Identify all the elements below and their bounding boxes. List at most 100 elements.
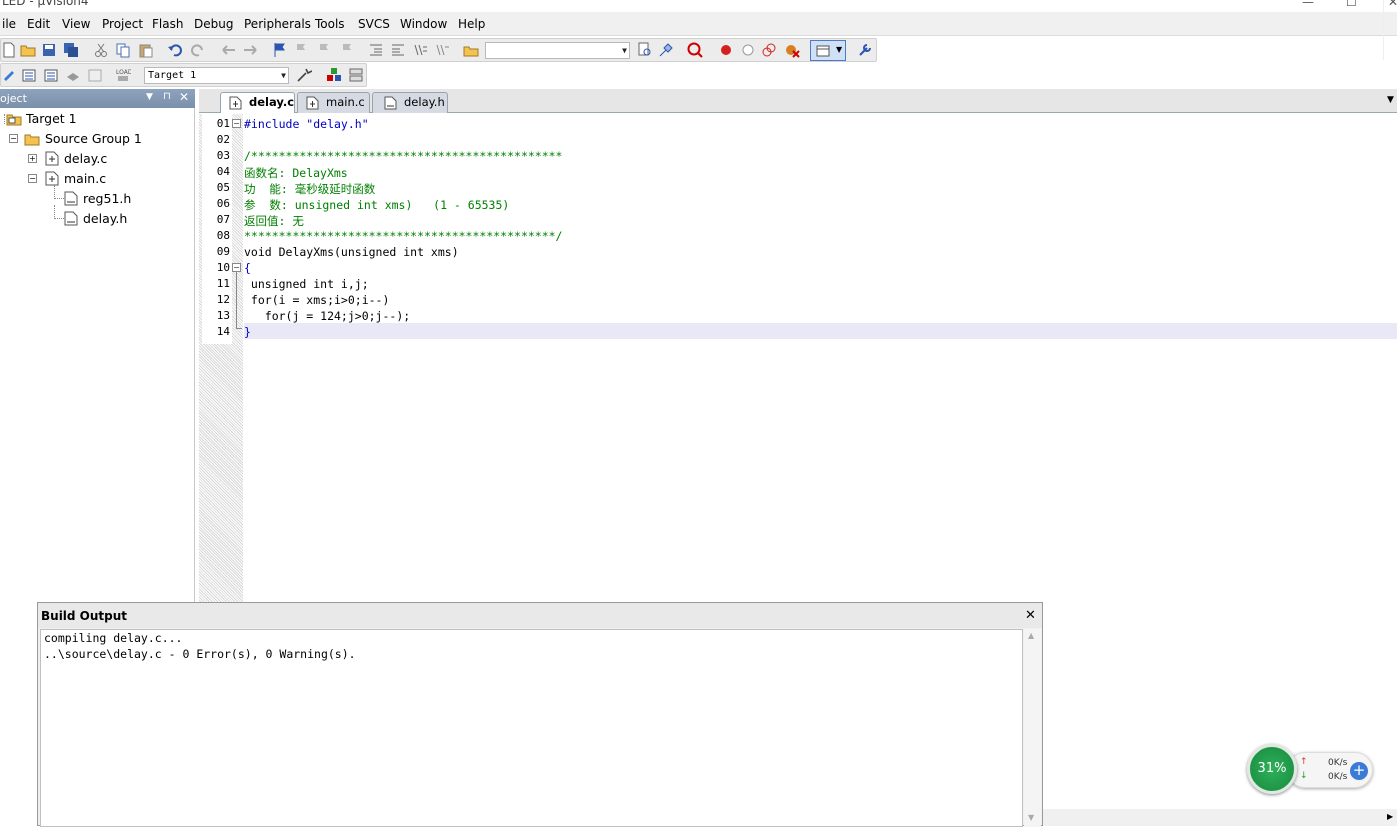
scroll-right-icon[interactable]: ▶ <box>1387 812 1393 821</box>
menu-tools[interactable]: Tools <box>315 17 345 31</box>
unindent-icon[interactable] <box>390 42 406 58</box>
minimize-icon[interactable]: — <box>1302 0 1314 9</box>
tree-item-label: Source Group 1 <box>45 131 142 146</box>
comment-icon[interactable] <box>412 42 428 58</box>
menu-window[interactable]: Window <box>400 17 447 31</box>
find-in-files-icon[interactable] <box>463 42 479 58</box>
undo-icon[interactable] <box>167 42 183 58</box>
paste-icon[interactable] <box>138 42 154 58</box>
disable-all-breakpoints-icon[interactable] <box>761 42 777 58</box>
scroll-down-icon[interactable]: ▼ <box>1028 813 1034 822</box>
build-output-text[interactable]: compiling delay.c... ..\source\delay.c -… <box>40 629 1023 827</box>
indent-icon[interactable] <box>368 42 384 58</box>
translate-icon[interactable] <box>1 67 17 83</box>
code-line: #include "delay.h" <box>244 117 369 131</box>
find-combobox[interactable]: ▼ <box>485 42 630 59</box>
line-number: 12 <box>216 293 230 306</box>
uncomment-icon[interactable] <box>434 42 450 58</box>
find-icon[interactable] <box>637 42 653 58</box>
new-file-icon[interactable] <box>1 42 17 58</box>
configure-icon[interactable] <box>857 42 873 58</box>
c-file-icon <box>306 96 319 110</box>
menu-project[interactable]: Project <box>102 17 143 31</box>
redo-icon[interactable] <box>190 42 206 58</box>
target-options-icon[interactable] <box>296 67 312 83</box>
open-folder-icon[interactable] <box>20 42 36 58</box>
chevron-down-icon: ▼ <box>836 45 843 54</box>
tab-main-c[interactable]: main.c <box>297 92 370 113</box>
manage-components-icon[interactable] <box>326 67 342 83</box>
copy-icon[interactable] <box>115 42 131 58</box>
tree-item-label: main.c <box>64 171 107 186</box>
target-select-value: Target 1 <box>148 70 197 81</box>
menu-svcs[interactable]: SVCS <box>358 17 390 31</box>
download-icon[interactable]: LOAD <box>115 67 131 83</box>
close-panel-icon[interactable]: ✕ <box>179 90 189 104</box>
code-editor[interactable]: 01 02 03 04 05 06 07 08 09 10 11 12 13 1… <box>199 114 1397 602</box>
code-line: for(j = 124;j>0;j--); <box>244 309 411 323</box>
code-line: { <box>244 261 251 275</box>
line-number: 01 <box>216 117 230 130</box>
menu-view[interactable]: View <box>62 17 90 31</box>
window-layout-button[interactable]: ▼ <box>810 40 846 61</box>
h-file-icon <box>64 211 78 226</box>
layout-icon <box>816 45 830 57</box>
debug-session-icon[interactable] <box>687 42 703 58</box>
build-output-line: compiling delay.c... <box>44 631 183 645</box>
rebuild-icon[interactable] <box>43 67 59 83</box>
tab-delay-c[interactable]: delay.c <box>220 92 295 113</box>
kill-all-breakpoints-icon[interactable] <box>784 42 800 58</box>
code-line: 函数名: DelayXms <box>244 166 348 180</box>
save-icon[interactable] <box>41 42 57 58</box>
build-icon[interactable] <box>21 67 37 83</box>
panel-menu-icon[interactable]: ▼ <box>146 92 153 102</box>
line-number: 05 <box>216 181 230 194</box>
disable-breakpoint-icon[interactable] <box>740 42 756 58</box>
target-select[interactable]: Target 1 ▼ <box>144 67 289 84</box>
insert-breakpoint-icon[interactable] <box>718 42 734 58</box>
build-output-scrollbar[interactable]: ▲ ▼ <box>1024 629 1041 827</box>
code-line: ****************************************… <box>244 229 563 243</box>
collapse-toggle-icon[interactable]: − <box>9 134 18 143</box>
expand-toggle-icon[interactable]: + <box>28 154 37 163</box>
cut-icon[interactable] <box>93 42 109 58</box>
next-bookmark-icon[interactable] <box>316 42 332 58</box>
add-icon[interactable]: + <box>1350 762 1368 780</box>
menu-file[interactable]: ile <box>2 17 16 31</box>
network-monitor-widget[interactable]: ↑ ↓ 0K/s 0K/s + 31% <box>1247 744 1375 794</box>
cpu-usage-gauge[interactable]: 31% <box>1247 744 1297 794</box>
pin-icon[interactable]: ⊓ <box>163 91 171 102</box>
navigate-forward-icon[interactable] <box>242 42 258 58</box>
menu-flash[interactable]: Flash <box>152 17 183 31</box>
project-panel-header: oject ▼ ⊓ ✕ <box>0 89 195 108</box>
h-file-icon <box>384 96 397 110</box>
bookmark-icon[interactable] <box>272 42 288 58</box>
fold-toggle-icon[interactable]: − <box>232 263 241 272</box>
maximize-icon[interactable]: ☐ <box>1346 0 1357 9</box>
window-title: LED - µVision4 <box>2 0 89 8</box>
batch-build-icon[interactable] <box>65 67 81 83</box>
menu-help[interactable]: Help <box>458 17 485 31</box>
c-file-icon <box>229 96 242 110</box>
save-all-icon[interactable] <box>63 42 79 58</box>
file-extensions-icon[interactable] <box>348 67 364 83</box>
tab-label: main.c <box>326 95 365 109</box>
clear-bookmarks-icon[interactable] <box>339 42 355 58</box>
menu-debug[interactable]: Debug <box>194 17 233 31</box>
close-build-output-icon[interactable]: ✕ <box>1025 603 1036 629</box>
menu-peripherals[interactable]: Peripherals <box>244 17 311 31</box>
incremental-find-icon[interactable] <box>658 42 674 58</box>
tabs-dropdown-icon[interactable]: ▼ <box>1387 95 1394 105</box>
tab-delay-h[interactable]: delay.h <box>372 92 448 113</box>
chevron-down-icon: ▼ <box>281 71 286 80</box>
prev-bookmark-icon[interactable] <box>293 42 309 58</box>
scroll-up-icon[interactable]: ▲ <box>1028 631 1034 640</box>
menu-edit[interactable]: Edit <box>27 17 50 31</box>
collapse-toggle-icon[interactable]: − <box>28 174 37 183</box>
stop-build-icon[interactable] <box>87 67 103 83</box>
fold-toggle-icon[interactable]: − <box>232 119 241 128</box>
navigate-back-icon[interactable] <box>221 42 237 58</box>
build-toolbar: LOAD Target 1 ▼ <box>0 63 367 87</box>
editor-hscrollbar[interactable]: ▶ <box>1043 809 1397 826</box>
download-arrow-icon: ↓ <box>1300 771 1308 781</box>
